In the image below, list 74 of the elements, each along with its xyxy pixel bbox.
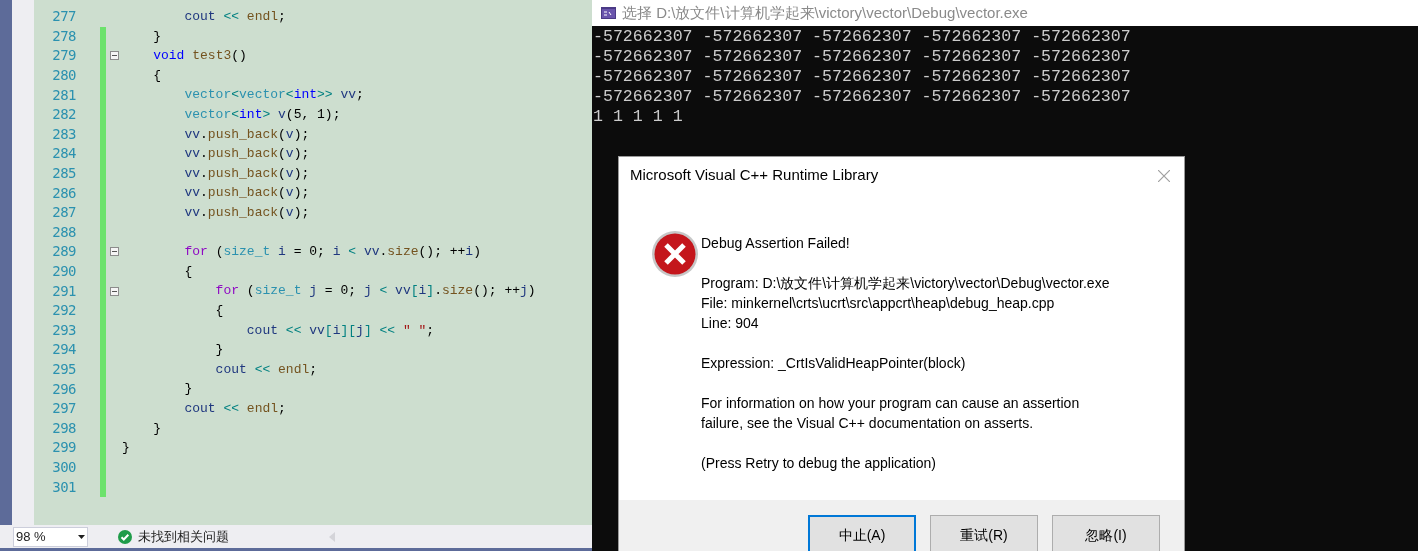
line-number: 286 xyxy=(51,183,76,203)
line-number: 285 xyxy=(51,164,76,184)
line-number: 287 xyxy=(51,203,76,223)
code-line: } xyxy=(152,27,161,46)
window-title: 选择 D:\放文件\计算机学起来\victory\vector\Debug\vector.exe xyxy=(622,2,1028,23)
caret-icon xyxy=(78,534,85,539)
issues-status[interactable]: 未找到相关问题 xyxy=(138,526,229,547)
close-icon[interactable] xyxy=(1158,169,1170,182)
code-line: vv.push_back(v); xyxy=(183,145,310,164)
code-line: for (size_t j = 0; j < vv[i].size(); ++j) xyxy=(214,282,536,301)
collapse-icon[interactable] xyxy=(110,286,119,296)
line-number: 296 xyxy=(51,379,76,399)
code-line: for (size_t i = 0; i < vv.size(); ++i) xyxy=(183,243,481,262)
console-line: -572662307 -572662307 -572662307 -572662307 -572662307 xyxy=(592,67,1131,87)
line-number: 292 xyxy=(51,301,76,321)
line-number: 298 xyxy=(51,418,76,438)
message-text: File: minkernel\crts\ucrt\src\appcrt\heap\debug_heap.cpp xyxy=(701,294,1056,314)
code-line: } xyxy=(152,419,161,438)
console-line: 1 1 1 1 1 xyxy=(592,107,683,127)
console-icon xyxy=(601,7,616,19)
message-text: Expression: _CrtIsValidHeapPointer(block) xyxy=(701,354,967,374)
dialog-title: Microsoft Visual C++ Runtime Library xyxy=(630,165,879,186)
line-number: 299 xyxy=(51,438,76,458)
zoom-dropdown[interactable]: 98 % xyxy=(13,526,88,547)
code-line: { xyxy=(152,66,161,85)
code-line: } xyxy=(122,439,130,458)
collapse-icon[interactable] xyxy=(110,247,119,257)
message-text: For information on how your program can cause an assertion failure, see the Visual C++ documentation on asserts. xyxy=(701,394,1081,434)
line-number: 288 xyxy=(51,222,76,242)
code-line: { xyxy=(214,301,224,320)
line-number: 290 xyxy=(51,262,76,281)
console-line: -572662307 -572662307 -572662307 -572662307 -572662307 xyxy=(592,27,1131,47)
error-icon xyxy=(651,230,699,279)
collapse-icon[interactable] xyxy=(110,51,119,61)
line-number: 279 xyxy=(51,46,76,66)
dialog-button[interactable]: 重试(R) xyxy=(930,515,1038,551)
code-line: cout << endl; xyxy=(183,399,286,418)
line-number: 291 xyxy=(51,281,76,301)
check-icon xyxy=(118,529,132,544)
dialog-button[interactable]: 忽略(I) xyxy=(1052,515,1160,551)
line-number: 284 xyxy=(51,144,76,164)
line-number: 293 xyxy=(51,320,76,340)
line-number: 301 xyxy=(51,477,76,497)
line-number: 300 xyxy=(51,457,76,477)
line-number: 280 xyxy=(51,66,76,86)
line-number: 282 xyxy=(51,105,76,125)
code-line: vector<vector<int>> vv; xyxy=(183,86,364,105)
code-line: vv.push_back(v); xyxy=(183,184,310,203)
dialog-button[interactable]: 中止(A) xyxy=(808,515,916,551)
code-line: } xyxy=(214,341,224,360)
code-line: cout << vv[i][j] << " "; xyxy=(245,321,435,340)
console-line: -572662307 -572662307 -572662307 -572662307 -572662307 xyxy=(592,87,1131,107)
line-number: 297 xyxy=(51,399,76,419)
line-number: 281 xyxy=(51,85,76,105)
line-number: 283 xyxy=(51,124,76,144)
code-line: vv.push_back(v); xyxy=(183,204,310,222)
code-line: vector<int> v(5, 1); xyxy=(183,106,341,124)
line-number: 295 xyxy=(51,360,76,379)
line-number: 277 xyxy=(51,7,76,27)
message-text: Line: 904 xyxy=(701,314,760,334)
message-text: (Press Retry to debug the application) xyxy=(701,454,937,474)
line-number: 289 xyxy=(51,242,76,262)
code-line: vv.push_back(v); xyxy=(183,164,310,183)
line-number: 278 xyxy=(51,26,76,46)
code-line: cout << endl; xyxy=(183,8,286,27)
code-line: { xyxy=(183,262,193,281)
message-text: Debug Assertion Failed! xyxy=(701,234,851,254)
console-line: -572662307 -572662307 -572662307 -572662307 -572662307 xyxy=(592,47,1131,67)
code-line: cout << endl; xyxy=(214,360,318,379)
code-line: vv.push_back(v); xyxy=(183,125,310,144)
code-line: } xyxy=(183,380,193,399)
code-line: void test3() xyxy=(152,47,247,66)
line-number: 294 xyxy=(51,340,76,360)
message-text: Program: D:\放文件\计算机学起来\victory\vector\Debug\vector.exe xyxy=(701,274,1111,294)
